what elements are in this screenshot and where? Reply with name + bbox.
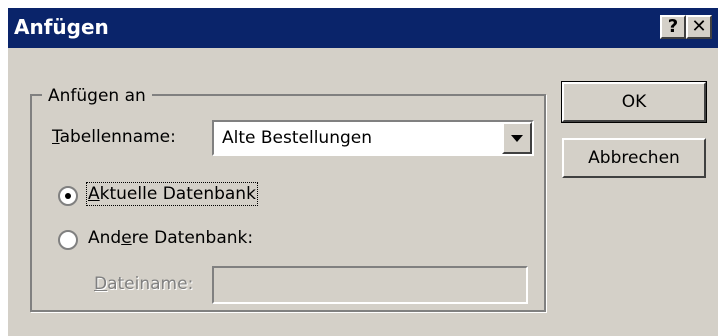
table-name-value: Alte Bestellungen (222, 128, 373, 148)
close-button[interactable]: ✕ (686, 15, 712, 39)
filename-label-rest: ateiname: (107, 274, 194, 294)
group-label: Anfügen an (42, 86, 152, 106)
table-name-mnemonic: T (52, 127, 60, 147)
current-db-mnemonic: A (88, 184, 100, 204)
append-dialog: Anfügen ? ✕ Anfügen an Tabellenname: Alt… (6, 6, 718, 336)
radio-selected-dot (65, 193, 71, 199)
title-bar[interactable]: Anfügen ? ✕ (8, 8, 718, 48)
filename-input (212, 266, 528, 304)
radio-current-database[interactable] (58, 186, 78, 206)
close-icon: ✕ (691, 16, 707, 37)
table-name-label: Tabellenname: (52, 127, 176, 147)
other-database-label[interactable]: Andere Datenbank: (88, 228, 253, 248)
current-database-label[interactable]: Aktuelle Datenbank (86, 182, 258, 206)
other-db-after: re Datenbank: (131, 228, 254, 248)
table-name-combobox[interactable]: Alte Bestellungen (212, 120, 534, 156)
combobox-dropdown-button[interactable] (502, 122, 532, 154)
chevron-down-icon (511, 135, 523, 142)
help-button[interactable]: ? (660, 15, 686, 39)
current-db-label-rest: ktuelle Datenbank (99, 184, 256, 204)
filename-label: Dateiname: (94, 274, 193, 294)
filename-mnemonic: D (94, 274, 108, 294)
cancel-button[interactable]: Abbrechen (562, 138, 706, 178)
dialog-title: Anfügen (14, 15, 109, 39)
help-icon: ? (667, 16, 679, 37)
other-db-before: And (88, 228, 122, 248)
table-name-label-rest: abellenname: (59, 127, 176, 147)
ok-button[interactable]: OK (561, 81, 707, 123)
radio-other-database[interactable] (58, 230, 78, 250)
other-db-mnemonic: e (121, 228, 132, 248)
